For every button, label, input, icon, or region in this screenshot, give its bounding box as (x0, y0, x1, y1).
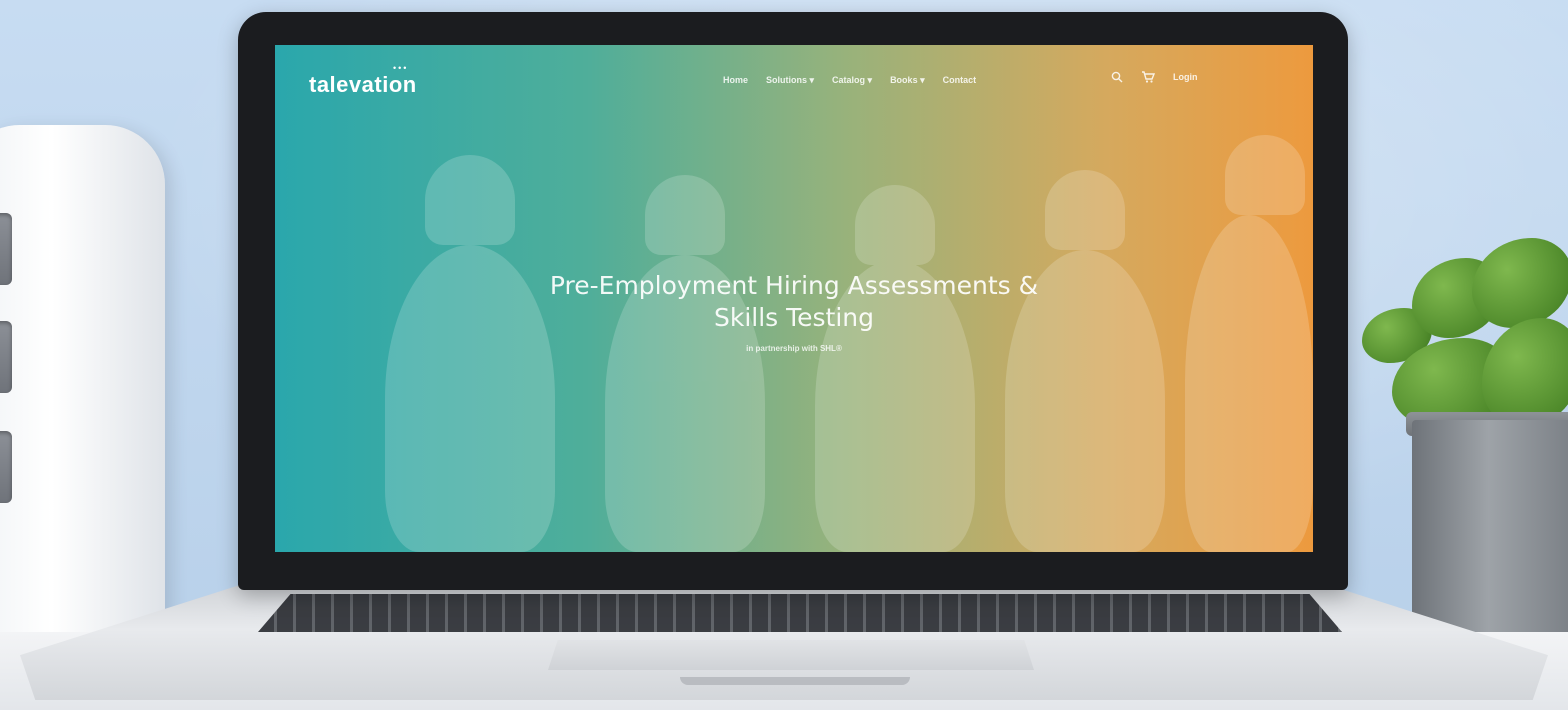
search-icon[interactable] (1111, 71, 1123, 83)
cart-icon[interactable] (1141, 71, 1155, 83)
laptop-keyboard (258, 594, 1342, 632)
login-link[interactable]: Login (1173, 72, 1198, 82)
organizer-slot (0, 321, 12, 393)
nav-item-contact[interactable]: Contact (943, 75, 977, 86)
hero-title: Pre-Employment Hiring Assessments & Skil… (275, 270, 1313, 334)
hero-subtitle: in partnership with SHL® (746, 344, 842, 353)
laptop-front-notch (680, 677, 910, 685)
hero-title-line-2: Skills Testing (713, 303, 875, 332)
plant-foliage (1352, 238, 1568, 438)
hero-section: Pre-Employment Hiring Assessments & Skil… (275, 270, 1313, 353)
organizer-slot (0, 431, 12, 503)
nav-item-catalog[interactable]: Catalog ▾ (832, 75, 872, 86)
desk-organizer (0, 125, 165, 645)
laptop-screen: talevation ••• Home Solutions ▾ Catalog … (275, 45, 1313, 552)
nav-item-solutions[interactable]: Solutions ▾ (766, 75, 814, 86)
nav-item-home[interactable]: Home (723, 75, 748, 86)
nav-item-books[interactable]: Books ▾ (890, 75, 925, 86)
laptop-trackpad (548, 640, 1034, 670)
plant-pot (1412, 420, 1568, 640)
organizer-slot (0, 213, 12, 285)
nav-menu: Home Solutions ▾ Catalog ▾ Books ▾ Conta… (723, 75, 976, 86)
site-logo[interactable]: talevation (309, 72, 417, 98)
hero-title-line-1: Pre-Employment Hiring Assessments & (549, 271, 1039, 300)
nav-tools: Login (1111, 71, 1198, 83)
logo-dots: ••• (393, 63, 409, 73)
site-navbar: talevation ••• Home Solutions ▾ Catalog … (275, 45, 1313, 117)
